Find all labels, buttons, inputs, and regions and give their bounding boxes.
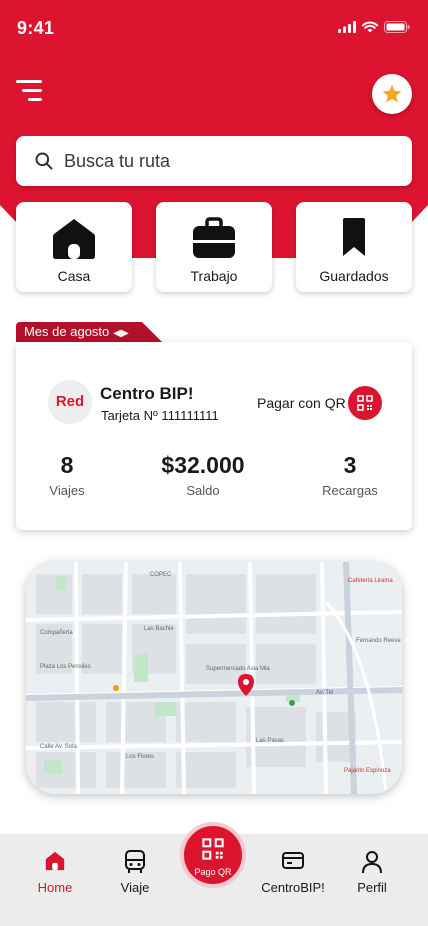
map-label-cafe: Cafetería Lirama [348, 578, 393, 584]
period-selector[interactable]: Mes de agosto ◀▶ [16, 322, 162, 342]
map-label-flores: Los Flores [126, 754, 154, 760]
map-label-sola: Calle Av. Sola [40, 744, 77, 750]
map-label-pavas: Las Pavas [256, 738, 284, 744]
stat-value: $32.000 [161, 452, 245, 478]
user-icon [362, 851, 382, 874]
quick-access-label: Guardados [319, 268, 389, 284]
menu-icon[interactable] [16, 80, 42, 102]
card-icon [282, 852, 304, 869]
red-logo: Red [48, 380, 92, 424]
nav-viaje[interactable]: Viaje [100, 850, 170, 895]
wifi-icon [362, 21, 378, 33]
stat-value: 3 [343, 452, 357, 478]
map-view[interactable]: Las Bachle Plaza Los Pensiles Supermerca… [26, 562, 402, 794]
stat-label: Recargas [322, 483, 378, 498]
home-icon [53, 219, 95, 259]
stat-label: Viajes [49, 483, 85, 498]
nav-home[interactable]: Home [20, 850, 90, 895]
nav-perfil[interactable]: Perfil [337, 850, 407, 895]
card-name: Centro BIP! [100, 384, 194, 403]
nav-label: Home [37, 880, 73, 895]
battery-icon [384, 21, 410, 33]
briefcase-icon [193, 217, 235, 258]
card-number: Tarjeta Nº 111111111 [101, 408, 219, 423]
nav-label: Perfil [357, 880, 387, 895]
stat-viajes: 8 Viajes [36, 452, 98, 498]
nav-centrobip[interactable]: CentroBIP! [258, 850, 328, 895]
search-bar[interactable] [16, 136, 412, 186]
signal-icon [338, 21, 356, 33]
status-time: 9:41 [17, 18, 55, 38]
quick-access-trabajo[interactable]: Trabajo [156, 202, 272, 292]
stat-recargas: 3 Recargas [310, 452, 390, 498]
map-label-avenue: Av. Tel [316, 690, 333, 696]
nav-label: CentroBIP! [261, 880, 325, 895]
status-icons [338, 21, 410, 33]
map-streets: Las Bachle Plaza Los Pensiles Supermerca… [26, 562, 402, 794]
nav-label: Viaje [120, 880, 150, 895]
map-label-plaza: Plaza Los Pensiles [40, 664, 91, 670]
star-icon [382, 84, 402, 103]
qr-code-icon [202, 838, 224, 860]
quick-access-casa[interactable]: Casa [16, 202, 132, 292]
qr-fab-label: Pago QR [194, 867, 232, 877]
bus-icon [125, 850, 145, 873]
home-icon [45, 851, 65, 871]
map-label-supermarket: Supermercado Asia Mia [206, 666, 270, 672]
map-label-copec: COPEC [150, 572, 172, 578]
pay-qr-label[interactable]: Pagar con QR [257, 395, 346, 411]
pay-qr-fab[interactable]: Pago QR [180, 822, 246, 888]
arrows-icon[interactable]: ◀▶ [113, 328, 128, 339]
pay-qr-button[interactable] [348, 386, 382, 420]
stat-saldo: $32.000 Saldo [142, 452, 264, 498]
bookmark-icon [343, 218, 365, 256]
map-label-espinoza: Pajarito Espinoza [344, 768, 391, 774]
stat-value: 8 [60, 452, 74, 478]
map-label-reeve: Fernando Reeve [356, 638, 401, 644]
quick-access-label: Trabajo [190, 268, 238, 284]
qr-code-icon [357, 395, 373, 411]
quick-access-label: Casa [57, 268, 91, 284]
favorites-button[interactable] [372, 74, 412, 114]
stat-label: Saldo [186, 483, 220, 498]
status-bar: 9:41 [0, 0, 428, 58]
search-input[interactable] [64, 150, 384, 172]
bip-card: Red Centro BIP! Tarjeta Nº 111111111 Pag… [16, 342, 412, 530]
map-label-compania: Compañerla [40, 630, 73, 636]
map-label-streets: Las Bachle [144, 626, 174, 632]
search-icon [35, 152, 53, 170]
quick-access-guardados[interactable]: Guardados [296, 202, 412, 292]
period-label: Mes de agosto [24, 324, 110, 339]
